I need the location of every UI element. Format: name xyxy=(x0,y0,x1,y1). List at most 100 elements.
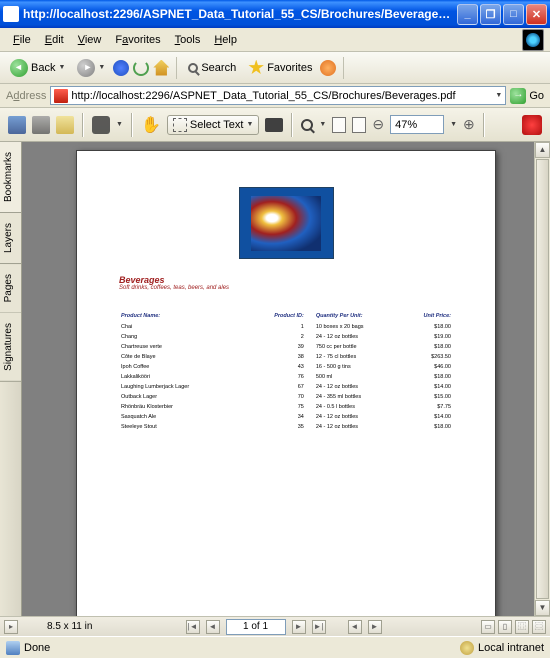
window-titlebar: http://localhost:2296/ASPNET_Data_Tutori… xyxy=(0,0,550,28)
browser-toolbar: Back ▼ ▼ Search Favorites xyxy=(0,52,550,84)
prev-view-button[interactable]: ◄ xyxy=(348,620,362,634)
prev-page-button[interactable]: ◄ xyxy=(206,620,220,634)
pdf-icon xyxy=(54,89,68,103)
chevron-down-icon[interactable]: ▼ xyxy=(495,92,502,99)
table-row: Steeleye Stout3524 - 12 oz bottles$18.00 xyxy=(121,423,451,431)
separator xyxy=(291,113,293,137)
scroll-down-button[interactable]: ▼ xyxy=(535,600,550,616)
go-button[interactable]: Go xyxy=(510,88,544,104)
binoculars-icon[interactable] xyxy=(92,116,110,134)
table-row: Chang224 - 12 oz bottles$19.00 xyxy=(121,333,451,341)
separator xyxy=(131,113,133,137)
menu-help[interactable]: Help xyxy=(207,31,244,49)
close-button[interactable]: ✕ xyxy=(526,4,547,25)
first-page-button[interactable]: |◄ xyxy=(186,620,200,634)
fit-width-icon[interactable] xyxy=(332,117,346,133)
column-header: Quantity Per Unit: xyxy=(316,311,400,321)
tab-layers[interactable]: Layers xyxy=(0,213,21,264)
table-row: Outback Lager7024 - 355 ml bottles$15.00 xyxy=(121,393,451,401)
snapshot-icon[interactable] xyxy=(265,118,283,132)
table-row: Lakkalikööri76500 ml$18.00 xyxy=(121,373,451,381)
select-text-button[interactable]: Select Text ▼ xyxy=(167,115,260,135)
column-header: Product Name: xyxy=(121,311,242,321)
scroll-up-button[interactable]: ▲ xyxy=(535,142,550,158)
chevron-down-icon: ▼ xyxy=(98,64,105,71)
zoom-out-button[interactable]: ⊖ xyxy=(372,116,384,133)
forward-button[interactable]: ▼ xyxy=(73,57,109,79)
facing-icon[interactable]: ⿲ xyxy=(515,620,529,634)
media-icon[interactable] xyxy=(320,60,336,76)
save-icon[interactable] xyxy=(8,116,26,134)
app-icon xyxy=(3,6,19,22)
address-input[interactable] xyxy=(71,90,492,102)
table-row: Laughing Lumberjack Lager6724 - 12 oz bo… xyxy=(121,383,451,391)
brochure-image xyxy=(239,187,334,259)
fit-page-icon[interactable] xyxy=(352,117,366,133)
continuous-facing-icon[interactable]: ⿳ xyxy=(532,620,546,634)
scroll-thumb[interactable] xyxy=(536,159,549,599)
favorites-label: Favorites xyxy=(267,62,312,74)
side-tabs: Bookmarks Layers Pages Signatures xyxy=(0,142,22,616)
address-field[interactable]: ▼ xyxy=(50,86,506,105)
menu-tools[interactable]: Tools xyxy=(168,31,208,49)
search-button[interactable]: Search xyxy=(184,60,240,76)
maximize-button[interactable]: □ xyxy=(503,4,524,25)
zone-icon xyxy=(460,641,474,655)
zoom-value: 47% xyxy=(395,119,417,131)
menu-edit[interactable]: Edit xyxy=(38,31,71,49)
page-number-field[interactable]: 1 of 1 xyxy=(226,619,286,635)
minimize-button[interactable]: _ xyxy=(457,4,478,25)
tab-signatures[interactable]: Signatures xyxy=(0,313,21,382)
menu-favorites[interactable]: Favorites xyxy=(108,31,167,49)
document-subtitle: Soft drinks, coffees, teas, beers, and a… xyxy=(119,285,453,291)
zoom-field[interactable]: 47% xyxy=(390,115,444,134)
tab-bookmarks[interactable]: Bookmarks xyxy=(0,142,21,213)
single-page-icon[interactable]: ▭ xyxy=(481,620,495,634)
expand-pane-button[interactable]: ▸ xyxy=(4,620,18,634)
chevron-down-icon[interactable]: ▼ xyxy=(450,121,457,128)
viewer-container: Bookmarks Layers Pages Signatures Bevera… xyxy=(0,142,550,616)
last-page-button[interactable]: ►| xyxy=(312,620,326,634)
next-view-button[interactable]: ► xyxy=(368,620,382,634)
pdf-page: Beverages Soft drinks, coffees, teas, be… xyxy=(76,150,496,616)
table-row: Chartreuse verte39750 cc per bottle$18.0… xyxy=(121,343,451,351)
table-row: Chai110 boxes x 20 bags$18.00 xyxy=(121,323,451,331)
refresh-icon[interactable] xyxy=(133,60,149,76)
zoom-icon[interactable] xyxy=(301,119,313,131)
separator xyxy=(343,57,344,79)
pdf-toolbar: ▼ ✋ Select Text ▼ ▼ ⊖ 47% ▼ ⊕ xyxy=(0,108,550,142)
zoom-in-button[interactable]: ⊕ xyxy=(463,116,475,133)
separator xyxy=(82,113,84,137)
forward-icon xyxy=(77,59,95,77)
text-select-icon xyxy=(173,118,187,132)
hand-tool-icon[interactable]: ✋ xyxy=(141,115,161,135)
next-page-button[interactable]: ► xyxy=(292,620,306,634)
menu-file[interactable]: File xyxy=(6,31,38,49)
home-icon[interactable] xyxy=(153,60,169,76)
zone-text: Local intranet xyxy=(478,642,544,654)
chevron-down-icon: ▼ xyxy=(58,64,65,71)
menu-bar: File Edit View Favorites Tools Help xyxy=(0,28,550,52)
chevron-down-icon[interactable]: ▼ xyxy=(319,121,326,128)
chevron-down-icon[interactable]: ▼ xyxy=(116,121,123,128)
go-label: Go xyxy=(529,90,544,102)
star-icon xyxy=(248,60,264,76)
print-icon[interactable] xyxy=(32,116,50,134)
back-button[interactable]: Back ▼ xyxy=(6,57,69,79)
separator xyxy=(176,57,177,79)
search-icon xyxy=(188,63,198,73)
menu-view[interactable]: View xyxy=(71,31,109,49)
ie-logo-icon xyxy=(522,29,544,51)
product-table: Product Name:Product ID:Quantity Per Uni… xyxy=(119,309,453,433)
favorites-button[interactable]: Favorites xyxy=(244,58,316,78)
tab-pages[interactable]: Pages xyxy=(0,264,21,313)
continuous-icon[interactable]: ▯ xyxy=(498,620,512,634)
page-viewport[interactable]: Beverages Soft drinks, coffees, teas, be… xyxy=(22,142,550,616)
stop-icon[interactable] xyxy=(113,60,129,76)
restore-button[interactable]: ❐ xyxy=(480,4,501,25)
email-icon[interactable] xyxy=(56,116,74,134)
address-bar: Address ▼ Go xyxy=(0,84,550,108)
select-text-label: Select Text xyxy=(190,119,244,131)
address-label: Address xyxy=(6,90,46,102)
vertical-scrollbar[interactable]: ▲ ▼ xyxy=(534,142,550,616)
